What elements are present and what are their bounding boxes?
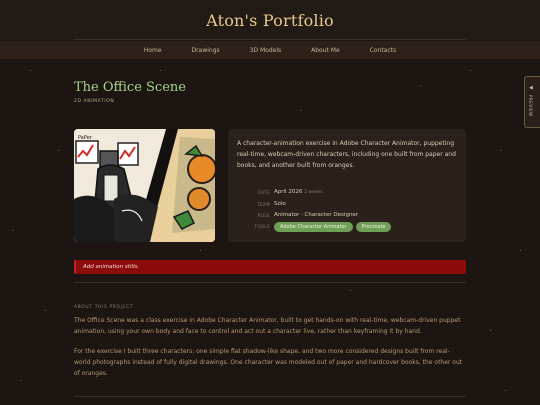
meta-date-row: DATE April 2026 2 weeks — [228, 188, 466, 197]
section-divider-top — [74, 282, 466, 283]
notice-banner: Add animation stills. — [74, 260, 466, 274]
main-nav: Home Drawings 3D Models About Me Contact… — [0, 41, 540, 59]
nav-about-me[interactable]: About Me — [296, 47, 355, 54]
header-divider — [74, 39, 466, 40]
nav-drawings[interactable]: Drawings — [177, 47, 235, 54]
meta-role-row: ROLE Animator · Character Designer — [228, 211, 466, 220]
nav-contacts[interactable]: Contacts — [355, 47, 411, 54]
site-title[interactable]: Aton's Portfolio — [0, 11, 540, 30]
nav-home[interactable]: Home — [129, 47, 177, 54]
project-description: A character-animation exercise in Adobe … — [237, 140, 456, 169]
tool-tag-character-animator[interactable]: Adobe Character Animator — [274, 222, 353, 232]
about-paragraph-1: The Office Scene was a class exercise in… — [74, 317, 461, 335]
meta-date-value: April 2026 — [274, 189, 303, 195]
nav-3d-models[interactable]: 3D Models — [235, 47, 297, 54]
meta-role-label: ROLE — [257, 213, 270, 218]
project-hero-image[interactable]: PaPer — [74, 129, 215, 242]
project-category: 2D ANIMATION — [74, 99, 115, 104]
meta-date-label: DATE — [257, 190, 270, 195]
meta-team-value: Solo — [274, 201, 286, 207]
chevron-left-icon: ◀ — [529, 85, 533, 91]
meta-tools-row: TOOLS Adobe Character Animator Procreate — [228, 222, 466, 234]
office-scene-illustration: PaPer — [74, 129, 215, 242]
project-title: The Office Scene — [74, 80, 186, 95]
meta-team-row: TEAM Solo — [228, 200, 466, 209]
about-section-label: ABOUT THIS PROJECT — [74, 305, 134, 310]
meta-date-note: 2 weeks — [304, 190, 323, 195]
meta-team-label: TEAM — [257, 202, 270, 207]
svg-text:PaPer: PaPer — [78, 135, 93, 141]
about-paragraph-2: For the exercise I built three character… — [74, 348, 463, 377]
section-divider-bottom — [74, 396, 466, 397]
site-header: Aton's Portfolio — [0, 0, 540, 40]
meta-role-value: Animator · Character Designer — [274, 212, 359, 218]
meta-tools-label: TOOLS — [254, 224, 270, 229]
project-info-card: A character-animation exercise in Adobe … — [228, 129, 466, 242]
tool-tag-procreate[interactable]: Procreate — [355, 222, 392, 232]
side-tab-label: PREVIEW — [528, 95, 533, 117]
notice-text: Add animation stills. — [83, 264, 140, 270]
preview-side-tab[interactable]: ◀ PREVIEW — [524, 76, 540, 128]
